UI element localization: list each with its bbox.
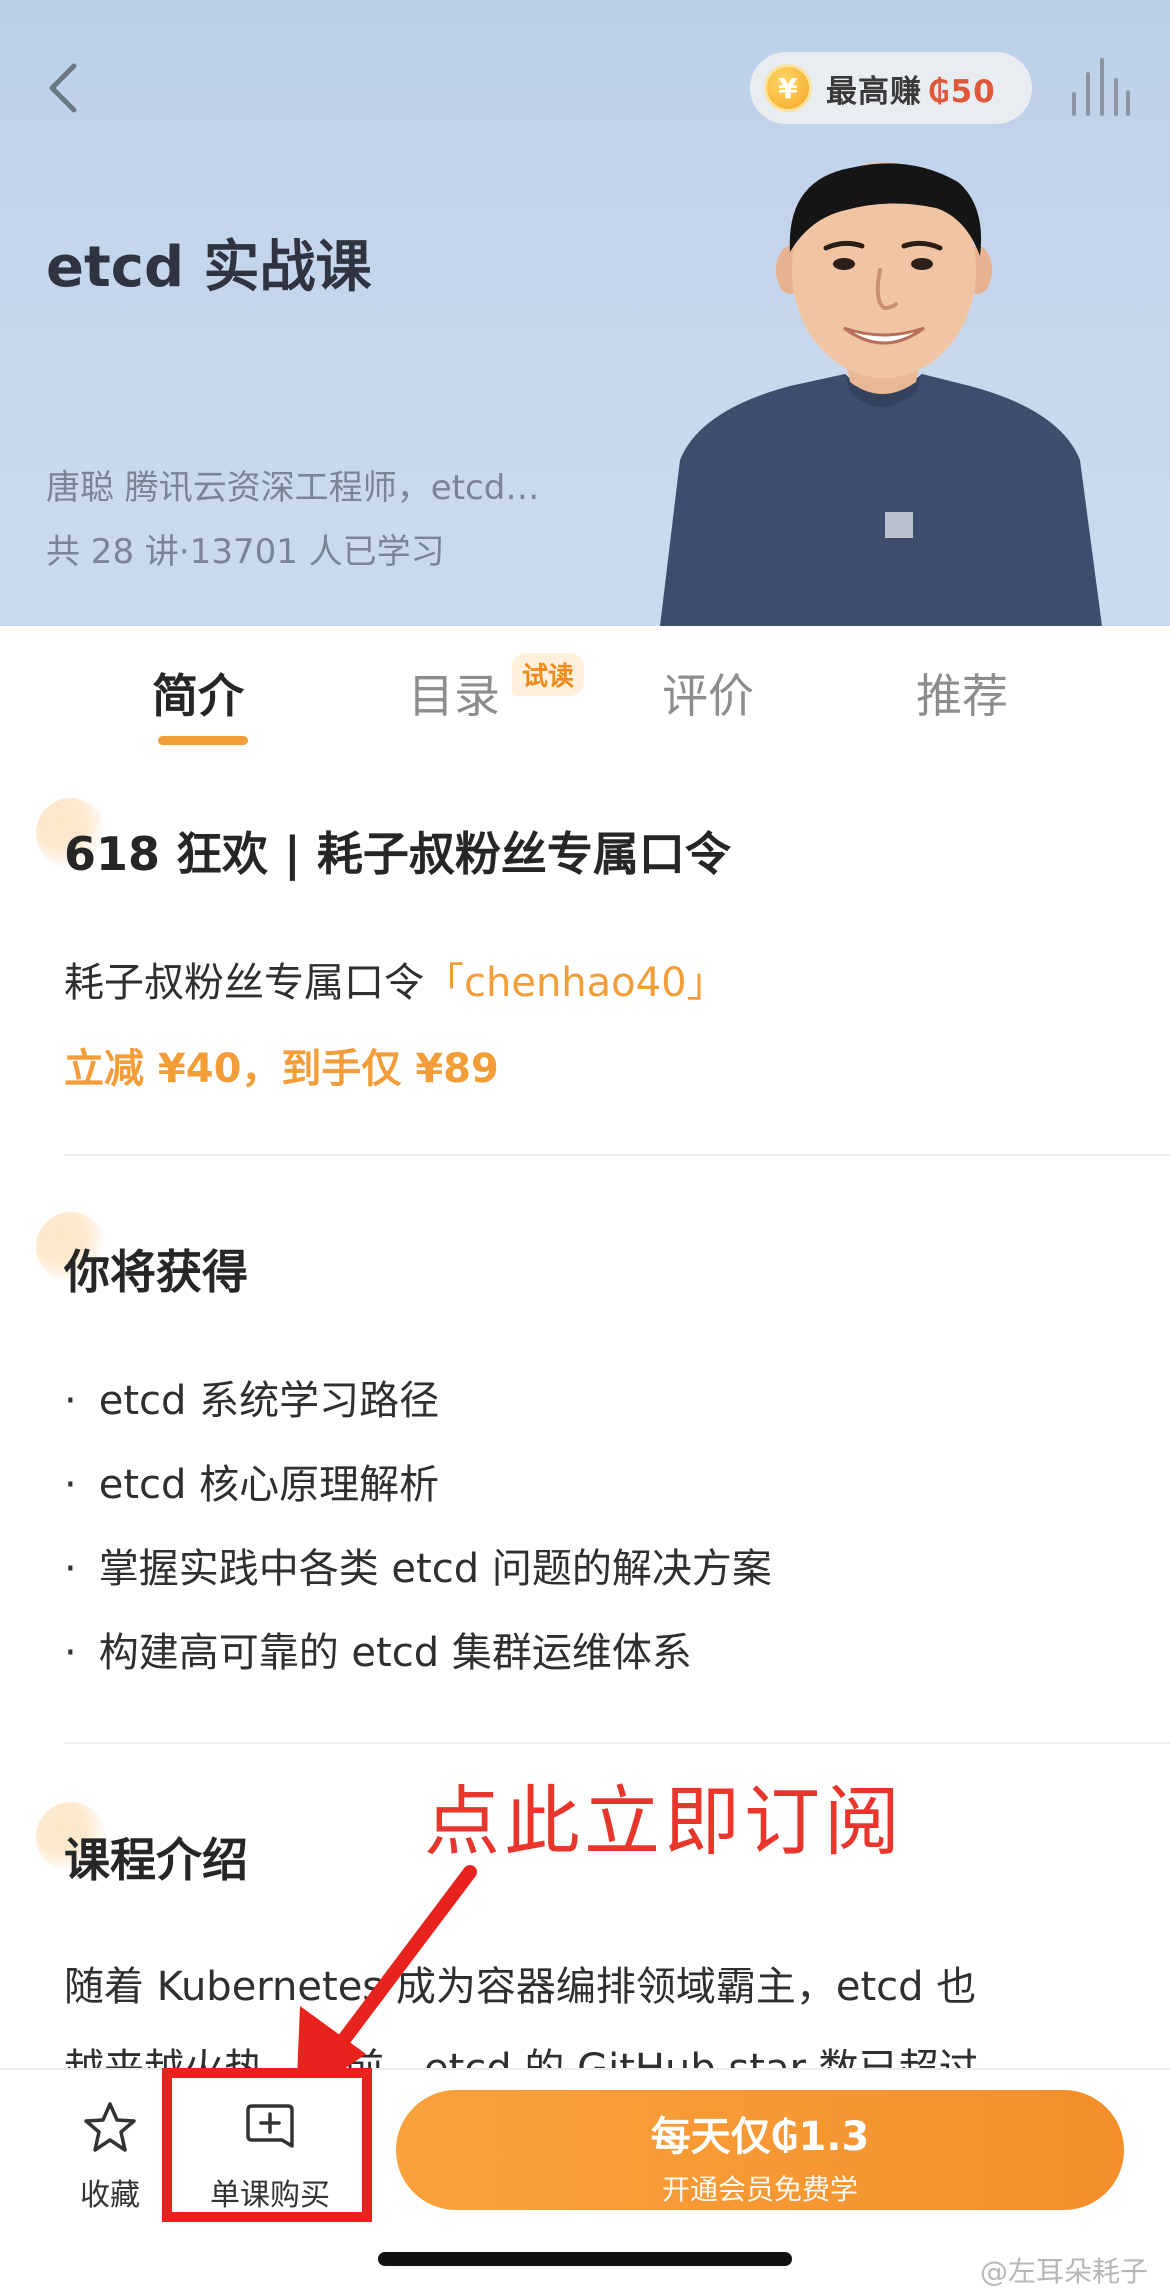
back-button[interactable] — [34, 58, 94, 118]
course-title: etcd 实战课 — [46, 235, 372, 300]
tab-catalog[interactable]: 目录 — [408, 660, 500, 726]
collect-button[interactable]: 收藏 — [60, 2100, 160, 2230]
promo-discount: 立减 ¥40，到手仅 ¥89 — [64, 1046, 499, 1092]
annotation-text: 点此立即订阅 — [424, 1777, 904, 1866]
reward-label: 最高赚 — [826, 73, 922, 110]
gain-item-text: 掌握实践中各类 etcd 问题的解决方案 — [98, 1546, 772, 1592]
bar-chart-icon — [1072, 58, 1130, 116]
course-header-banner: ¥ 最高赚 ₲50 etcd 实战课 唐聪 腾讯云资深工程师，etcd… 共 28… — [0, 0, 1170, 626]
teacher-photo — [660, 162, 1102, 626]
reward-amount: ₲50 — [928, 73, 996, 110]
subscribe-subtitle: 开通会员免费学 — [661, 2173, 858, 2206]
promo-title: 618 狂欢 | 耗子叔粉丝专属口令 — [64, 827, 731, 881]
gain-item: · 构建高可靠的 etcd 集群运维体系 — [64, 1630, 692, 1676]
collect-label: 收藏 — [80, 2178, 140, 2213]
tab-intro[interactable]: 简介 — [152, 660, 244, 726]
gain-item: · 掌握实践中各类 etcd 问题的解决方案 — [64, 1546, 772, 1592]
teacher-intro[interactable]: 唐聪 腾讯云资深工程师，etcd… — [46, 460, 539, 509]
intro-title: 课程介绍 — [64, 1833, 248, 1887]
section-divider — [64, 1154, 1170, 1156]
promo-code-prefix: 耗子叔粉丝专属口令 — [64, 960, 424, 1006]
subscribe-member-button[interactable]: 每天仅₲1.3 开通会员免费学 — [396, 2090, 1124, 2210]
gains-title: 你将获得 — [64, 1245, 248, 1299]
reward-text: 最高赚 ₲50 — [826, 66, 996, 111]
reward-pill[interactable]: ¥ 最高赚 ₲50 — [750, 52, 1032, 124]
gain-item-text: 构建高可靠的 etcd 集群运维体系 — [98, 1630, 692, 1676]
tab-recommend[interactable]: 推荐 — [916, 660, 1008, 726]
watermark: @左耳朵耗子 — [980, 2255, 1149, 2288]
home-indicator — [378, 2252, 792, 2266]
trial-badge: 试读 — [512, 653, 585, 696]
audio-stats-button[interactable] — [1068, 56, 1132, 120]
promo-code-line: 耗子叔粉丝专属口令「chenhao40」 — [64, 950, 727, 1008]
intro-paragraph-line: 随着 Kubernetes 成为容器编排领域霸主，etcd 也 — [64, 1964, 977, 2010]
coin-icon: ¥ — [764, 64, 812, 112]
promo-code: 「chenhao40」 — [424, 960, 727, 1006]
subscribe-price: 每天仅₲1.3 — [650, 2114, 870, 2160]
gain-item-text: etcd 系统学习路径 — [98, 1378, 440, 1424]
gain-item: · etcd 核心原理解析 — [64, 1462, 440, 1508]
gain-item: · etcd 系统学习路径 — [64, 1378, 440, 1424]
star-icon — [84, 2102, 136, 2152]
tab-active-underline — [158, 736, 248, 745]
chevron-left-icon — [49, 63, 77, 113]
tab-reviews[interactable]: 评价 — [662, 660, 754, 726]
annotation-highlight-box — [162, 2068, 372, 2222]
gain-item-text: etcd 核心原理解析 — [98, 1462, 440, 1508]
section-divider — [64, 1742, 1170, 1744]
course-tabs: 简介 目录 试读 评价 推荐 — [0, 626, 1170, 756]
course-meta: 共 28 讲·13701 人已学习 — [46, 532, 445, 572]
